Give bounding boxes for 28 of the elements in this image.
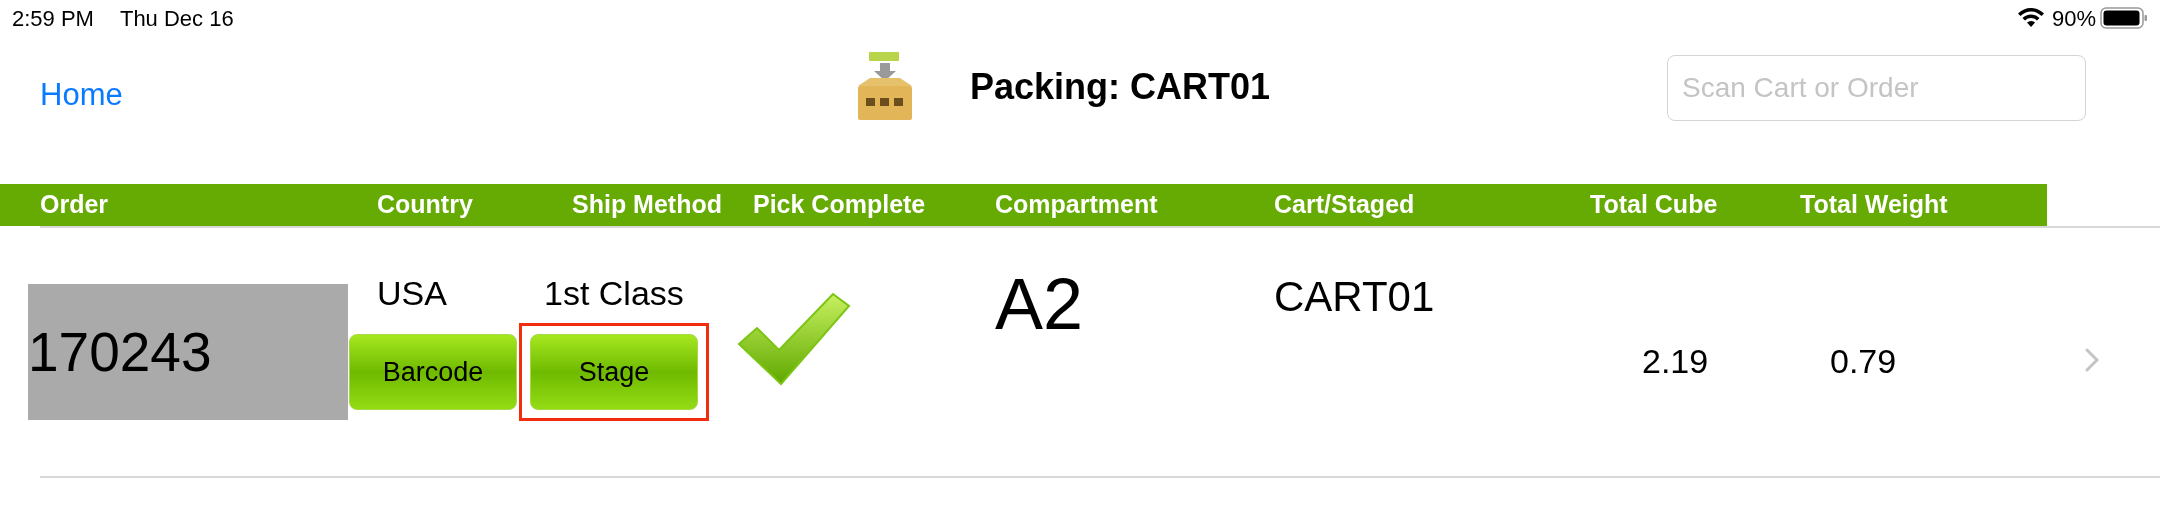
package-icon	[856, 52, 914, 122]
battery-percent: 90%	[2051, 4, 2096, 33]
compartment-text: A2	[995, 264, 1084, 344]
total-cube-text: 2.19	[1642, 342, 1709, 380]
column-header: Total Cube	[1590, 190, 1718, 219]
wifi-icon	[2015, 7, 2046, 29]
action-button[interactable]: Stage	[530, 334, 698, 410]
page-title: Packing: CART01	[970, 65, 1271, 109]
column-header: Ship Method	[572, 190, 722, 219]
column-header: Country	[377, 190, 473, 219]
total-weight-text: 0.79	[1830, 342, 1897, 380]
status-date: Thu Dec 16	[119, 4, 234, 33]
chevron-icon	[2085, 348, 2099, 372]
status-time: 2:59 PM	[12, 4, 94, 33]
cart-text: CART01	[1274, 273, 1435, 320]
column-header: Order	[40, 190, 109, 219]
action-button[interactable]: Barcode	[349, 334, 517, 410]
ship-method-text: 1st Class	[544, 273, 685, 314]
order-number: 170243	[28, 284, 348, 420]
country-text: USA	[377, 273, 448, 314]
column-header: Total Weight	[1800, 190, 1948, 219]
column-header: Compartment	[995, 190, 1158, 219]
battery-icon	[2100, 7, 2148, 29]
search-field[interactable]: Scan Cart or Order	[1667, 55, 2086, 121]
home-link[interactable]: Home	[40, 72, 123, 119]
column-header: Cart/Staged	[1274, 190, 1415, 219]
column-header: Pick Complete	[753, 190, 926, 219]
order-row[interactable]: 170243 USA Barcode 1st Class Stage A2 CART01 2.19 0.79	[0, 228, 2160, 476]
